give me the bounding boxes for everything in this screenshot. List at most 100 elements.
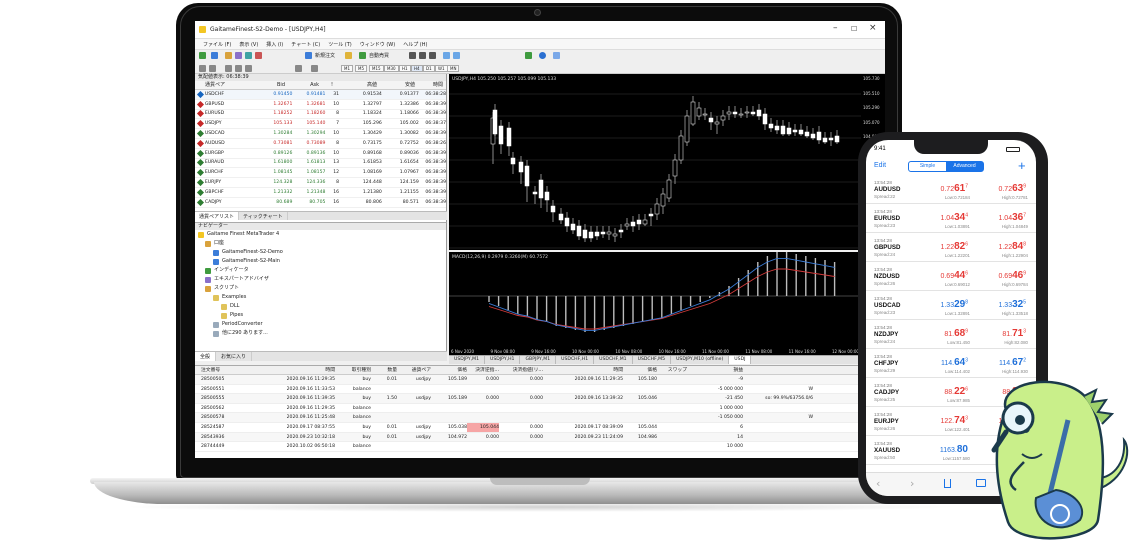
menu-window[interactable]: ウィンドウ (W) bbox=[360, 41, 395, 48]
nav-scripts[interactable]: スクリプト bbox=[195, 284, 446, 293]
menu-tools[interactable]: ツール (T) bbox=[328, 41, 352, 48]
market-watch-row[interactable]: USDJPY 105.133 105.140 7 105.296 105.002 06:38… bbox=[195, 119, 446, 130]
tab-general[interactable]: 全般 bbox=[195, 352, 217, 361]
timeframe-h1[interactable]: H1 bbox=[399, 65, 411, 72]
timeframe-m5[interactable]: M5 bbox=[355, 65, 367, 72]
chart-tab[interactable]: USDCHF,M1 bbox=[594, 356, 633, 364]
terminal-column-header[interactable]: 通貨ペア bbox=[397, 366, 431, 374]
quote-row[interactable]: 13:54:28 USDCAD Spread:23 1.33298 1.33325 Low… bbox=[866, 294, 1036, 320]
market-watch-row[interactable]: USDCAD 1.30284 1.30294 10 1.30429 1.30082 06:3… bbox=[195, 129, 446, 139]
nav-pipes[interactable]: Pipes bbox=[195, 311, 446, 320]
chart-tab[interactable]: USDJ bbox=[729, 356, 752, 364]
new-order-button[interactable]: 新規注文 bbox=[315, 52, 335, 59]
timeframe-m30[interactable]: M30 bbox=[384, 65, 399, 72]
segment-advanced[interactable]: Advanced bbox=[946, 162, 983, 171]
nav-account-demo[interactable]: GaitameFinest-S2-Demo bbox=[195, 248, 446, 257]
nav-indicators[interactable]: インディケータ bbox=[195, 266, 446, 275]
edit-button[interactable]: Edit bbox=[874, 162, 886, 169]
chart-tab[interactable]: GBPJPY,M1 bbox=[520, 356, 557, 364]
nav-accounts[interactable]: 口座 bbox=[195, 239, 446, 248]
terminal-column-header[interactable]: 取引種別 bbox=[335, 366, 371, 374]
chart-tab[interactable]: USDCHF,H1 bbox=[556, 356, 595, 364]
nav-examples[interactable]: Examples bbox=[195, 293, 446, 302]
market-watch-row[interactable]: EURUSD 1.18252 1.18260 8 1.18324 1.18066 06:38… bbox=[195, 110, 446, 120]
macd-panel[interactable]: MACD(12,26,9) 0.2979 0.3260(M) 60.7572 bbox=[449, 252, 861, 348]
share-icon[interactable] bbox=[944, 479, 951, 488]
zoom-in-icon[interactable] bbox=[443, 52, 450, 59]
nav-period-converter[interactable]: PeriodConverter bbox=[195, 320, 446, 329]
col-time[interactable]: 時間 bbox=[415, 81, 443, 89]
indicators-icon[interactable] bbox=[525, 52, 532, 59]
market-watch-row[interactable]: GBPUSD 1.32671 1.32681 10 1.32797 1.32386 06:3… bbox=[195, 100, 446, 110]
terminal-column-header[interactable]: 時間 bbox=[543, 366, 623, 374]
quote-row[interactable]: 13:54:28 NZDUSD Spread:26 0.69446 0.69469 Low… bbox=[866, 265, 1036, 291]
metaeditor-icon[interactable] bbox=[345, 52, 352, 59]
text-icon[interactable] bbox=[295, 65, 302, 72]
chart-tab[interactable]: USDJPY,H1 bbox=[485, 356, 521, 364]
timeframe-m1[interactable]: M1 bbox=[341, 65, 353, 72]
nav-account-main[interactable]: GaitameFinest-S2-Main bbox=[195, 257, 446, 266]
menu-help[interactable]: ヘルプ (H) bbox=[403, 41, 427, 48]
auto-trade-button[interactable]: 自動売買 bbox=[369, 52, 389, 59]
forward-icon[interactable]: › bbox=[910, 477, 914, 490]
nav-experts[interactable]: エキスパートアドバイザ bbox=[195, 275, 446, 284]
menu-insert[interactable]: 挿入 (I) bbox=[266, 41, 283, 48]
terminal-column-header[interactable]: 価格 bbox=[623, 366, 657, 374]
quote-row[interactable]: 13:54:28 AUDUSD Spread:22 0.72617 0.72639 Low… bbox=[866, 178, 1036, 204]
auto-trade-icon[interactable] bbox=[359, 52, 366, 59]
menu-view[interactable]: 表示 (V) bbox=[239, 41, 258, 48]
market-watch-row[interactable]: EURJPY 124.328 124.336 8 124.448 124.159 06:38… bbox=[195, 178, 446, 188]
terminal-row[interactable]: 28744449 2020.10.02 06:50:18 balance 10 000 bbox=[195, 442, 885, 452]
terminal-column-header[interactable]: 決済指値(リ... bbox=[499, 366, 543, 374]
quote-row[interactable]: 13:54:28 NZDJPY Spread:24 81.689 81.713 Low:8… bbox=[866, 323, 1036, 349]
terminal-column-header[interactable]: 時間 bbox=[253, 366, 335, 374]
trendline-icon[interactable] bbox=[245, 65, 252, 72]
terminal-row[interactable]: 28500505 2020.09.16 11:29:35 buy 0.01 usdjpy… bbox=[195, 375, 885, 385]
terminal-row[interactable]: 28543936 2020.09.23 10:32:18 buy 0.01 usdjpy… bbox=[195, 432, 885, 443]
back-icon[interactable]: ‹ bbox=[876, 477, 880, 490]
vertical-line-icon[interactable] bbox=[225, 65, 232, 72]
profiles-icon[interactable] bbox=[211, 52, 218, 59]
line-chart-icon[interactable] bbox=[429, 52, 436, 59]
market-watch-icon[interactable] bbox=[225, 52, 232, 59]
timeframe-mn[interactable]: MN bbox=[447, 65, 460, 72]
terminal-row[interactable]: 28524587 2020.09.17 08:37:55 buy 0.01 usdjpy… bbox=[195, 422, 885, 433]
col-ask[interactable]: Ask bbox=[285, 81, 319, 89]
new-order-icon[interactable] bbox=[305, 52, 312, 59]
terminal-icon[interactable] bbox=[245, 52, 252, 59]
terminal-column-header[interactable]: 価格 bbox=[431, 366, 467, 374]
col-low[interactable]: 安値 bbox=[377, 81, 415, 89]
col-symbol[interactable]: 通貨ペア bbox=[195, 81, 247, 89]
maximize-icon[interactable]: ☐ bbox=[851, 25, 857, 33]
terminal-column-header[interactable]: 数量 bbox=[371, 366, 397, 374]
chart-tab[interactable]: USDJPY,M1 bbox=[449, 356, 485, 364]
market-watch-row[interactable]: AUDUSD 0.73081 0.73089 8 0.73175 0.72752 06:38… bbox=[195, 139, 446, 149]
add-symbol-icon[interactable]: + bbox=[1018, 158, 1026, 173]
market-watch-row[interactable]: GBPCHF 1.21332 1.21348 16 1.21380 1.21155 06:3… bbox=[195, 188, 446, 198]
timeframe-m15[interactable]: M15 bbox=[369, 65, 384, 72]
terminal-row[interactable]: 28500555 2020.09.16 11:39:35 buy 1.50 usdjpy… bbox=[195, 394, 885, 404]
chart-tab[interactable]: USDJPY,M10 (offline) bbox=[671, 356, 730, 364]
terminal-row[interactable]: 28500578 2020.09.16 11:25:48 balance -1 050… bbox=[195, 413, 885, 423]
chart-tab[interactable]: USDCHF,M5 bbox=[633, 356, 672, 364]
menu-file[interactable]: ファイル (F) bbox=[203, 41, 231, 48]
navigator-icon[interactable] bbox=[235, 52, 242, 59]
shapes-icon[interactable] bbox=[311, 65, 318, 72]
market-watch-row[interactable]: EURCHF 1.08145 1.08157 12 1.08169 1.07967 06:3… bbox=[195, 168, 446, 179]
nav-more[interactable]: 他に290 あります... bbox=[195, 329, 446, 338]
terminal-column-header[interactable]: 損益 bbox=[687, 366, 743, 374]
terminal-column-header[interactable]: 注文番号 bbox=[195, 366, 253, 374]
tab-symbols[interactable]: 通貨ペアリスト bbox=[195, 212, 240, 220]
tab-favorites[interactable]: お気に入り bbox=[216, 352, 253, 361]
new-chart-icon[interactable] bbox=[199, 52, 206, 59]
col-high[interactable]: 高値 bbox=[333, 81, 377, 89]
zoom-out-icon[interactable] bbox=[453, 52, 460, 59]
segment-simple[interactable]: Simple bbox=[909, 162, 946, 171]
col-bid[interactable]: Bid bbox=[247, 81, 285, 89]
minimize-icon[interactable]: – bbox=[833, 23, 838, 33]
nav-root[interactable]: Gaitame Finest MetaTrader 4 bbox=[195, 230, 446, 239]
timeframe-h4[interactable]: H4 bbox=[411, 65, 423, 72]
terminal-column-header[interactable] bbox=[743, 366, 813, 374]
timeframe-w1[interactable]: W1 bbox=[435, 65, 448, 72]
nav-dll[interactable]: DLL bbox=[195, 302, 446, 311]
